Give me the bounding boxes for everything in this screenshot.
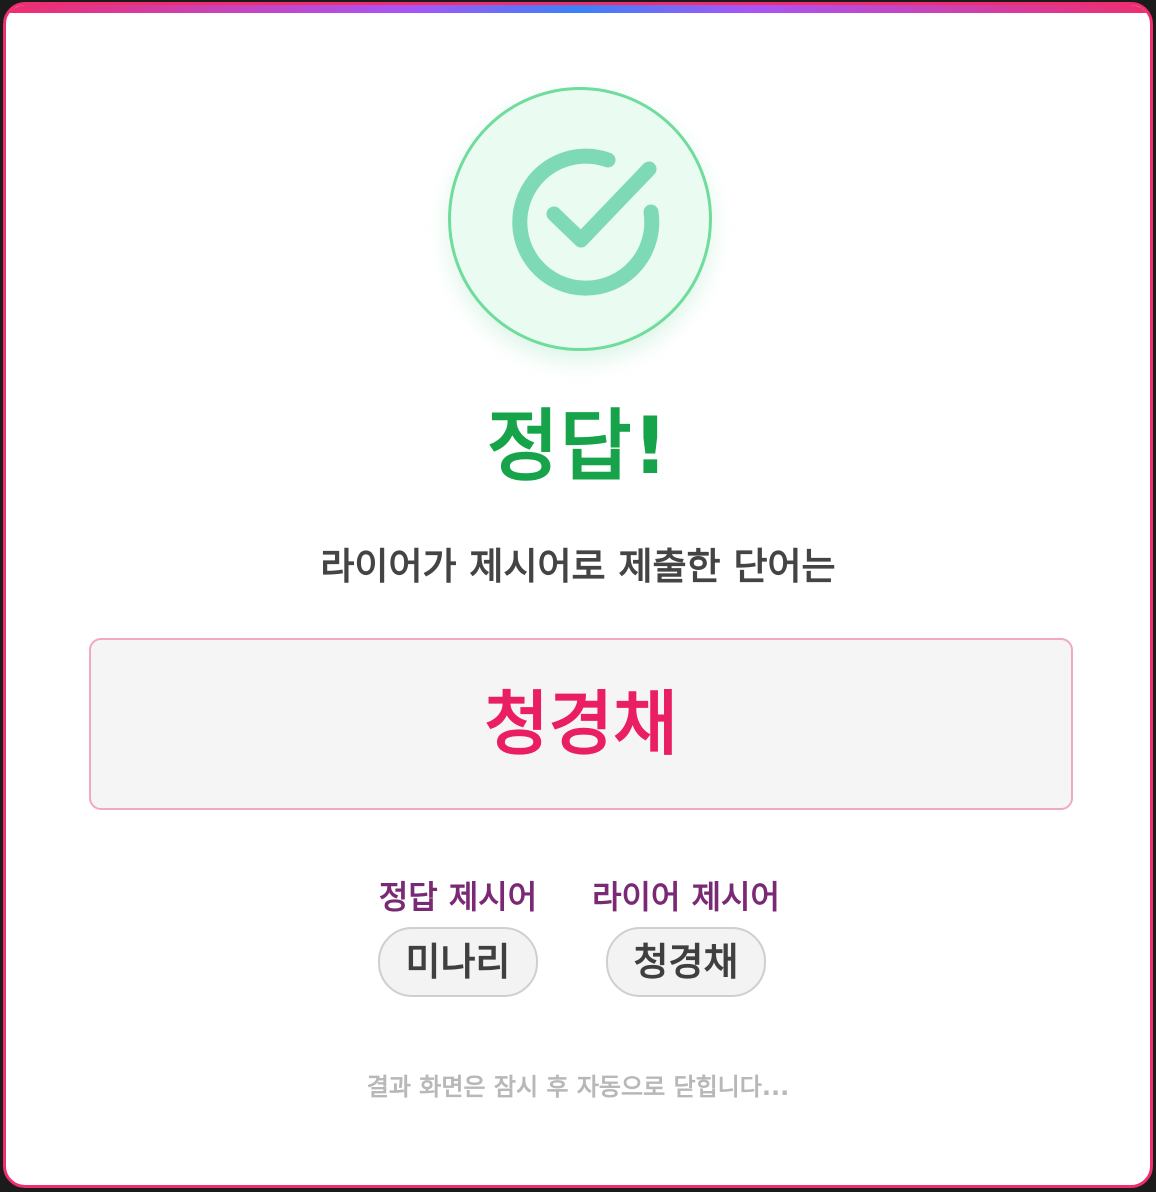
result-subtitle: 라이어가 제시어로 제출한 단어는 xyxy=(320,545,836,588)
submitted-word-box: 청경채 xyxy=(89,638,1073,810)
result-title: 정답! xyxy=(486,402,670,492)
result-modal: 정답! 라이어가 제시어로 제출한 단어는 청경채 정답 제시어 미나리 라이어… xyxy=(3,2,1153,1188)
success-badge xyxy=(448,87,712,351)
liar-clue-value: 청경채 xyxy=(605,927,767,997)
check-circle-icon xyxy=(512,148,660,296)
correct-clue-value: 미나리 xyxy=(377,927,539,997)
correct-clue-label: 정답 제시어 xyxy=(378,878,538,916)
liar-clue-label: 라이어 제시어 xyxy=(592,878,780,916)
liar-clue-group: 라이어 제시어 청경채 xyxy=(576,873,796,997)
top-gradient-bar xyxy=(6,5,1150,13)
submitted-word: 청경채 xyxy=(484,683,678,765)
correct-clue-group: 정답 제시어 미나리 xyxy=(348,873,568,997)
auto-close-note: 결과 화면은 잠시 후 자동으로 닫힙니다... xyxy=(366,1073,790,1101)
